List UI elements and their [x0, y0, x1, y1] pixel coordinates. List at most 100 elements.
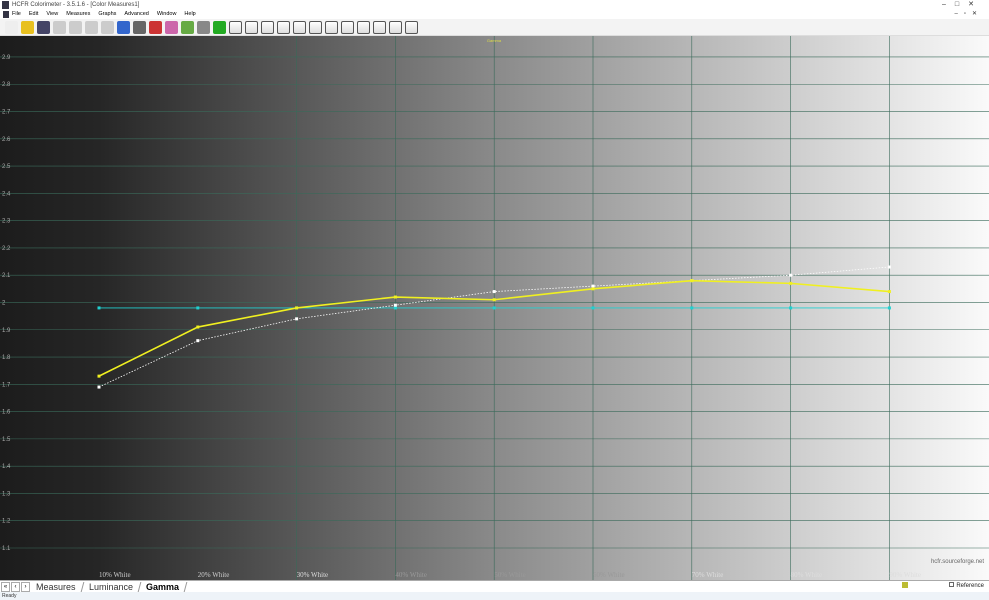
data-point	[97, 374, 101, 378]
toolbar-button-5[interactable]	[85, 20, 98, 34]
view-button-6[interactable]	[325, 20, 338, 34]
y-tick-label: 1.2	[2, 519, 11, 525]
view-button-1[interactable]	[245, 20, 258, 34]
view-button-4[interactable]	[293, 20, 306, 34]
toolbar-button-13[interactable]	[213, 20, 226, 34]
status-bar: Ready	[0, 592, 989, 600]
data-point	[492, 306, 496, 310]
y-tick-label: 2.7	[2, 110, 11, 116]
view-button-2[interactable]	[261, 20, 274, 34]
data-point	[789, 281, 793, 285]
data-point	[789, 273, 793, 277]
tab-measures[interactable]: Measures	[28, 581, 84, 592]
y-tick-label: 2.9	[2, 55, 11, 61]
y-tick-label: 1.3	[2, 491, 11, 497]
x-tick-label: 90% White	[889, 571, 921, 579]
y-tick-label: 1.8	[2, 355, 11, 361]
view-button-3[interactable]	[277, 20, 290, 34]
data-point	[97, 385, 101, 389]
data-point	[295, 306, 299, 310]
title-bar: HCFR Colorimeter - 3.5.1.6 - [Color Meas…	[0, 0, 989, 10]
y-tick-label: 1.7	[2, 382, 11, 388]
view-button-10[interactable]	[389, 20, 402, 34]
data-point	[492, 298, 496, 302]
data-point	[887, 265, 891, 269]
menu-measures[interactable]: Measures	[66, 10, 90, 19]
data-point	[196, 339, 200, 343]
data-point	[591, 287, 595, 291]
data-point	[196, 306, 200, 310]
y-tick-label: 2.8	[2, 82, 11, 88]
toolbar-button-1[interactable]	[21, 20, 34, 34]
toolbar-button-10[interactable]	[165, 20, 178, 34]
first-tab-button[interactable]: «	[1, 581, 10, 592]
view-button-7[interactable]	[341, 20, 354, 34]
status-icon	[902, 582, 908, 588]
sheet-tabs: « ‹ › Measures Luminance Gamma	[0, 580, 989, 592]
view-button-9[interactable]	[373, 20, 386, 34]
data-point	[690, 306, 694, 310]
toolbar-button-8[interactable]	[133, 20, 146, 34]
toolbar-button-0[interactable]	[5, 20, 18, 34]
toolbar-button-6[interactable]	[101, 20, 114, 34]
tab-gamma[interactable]: Gamma	[138, 581, 187, 592]
data-point	[393, 295, 397, 299]
x-tick-label: 10% White	[99, 571, 131, 579]
view-button-8[interactable]	[357, 20, 370, 34]
doc-icon	[3, 11, 9, 18]
data-point	[393, 303, 397, 307]
view-button-0[interactable]	[229, 20, 242, 34]
tab-luminance[interactable]: Luminance	[81, 581, 141, 592]
toolbar-button-4[interactable]	[69, 20, 82, 34]
menu-advanced[interactable]: Advanced	[124, 10, 148, 19]
watermark: hcfr.sourceforge.net	[931, 559, 984, 565]
chart-title: Gamma	[487, 38, 502, 43]
menu-view[interactable]: View	[46, 10, 58, 19]
toolbar-button-7[interactable]	[117, 20, 130, 34]
y-tick-label: 2.2	[2, 246, 11, 252]
menu-graphs[interactable]: Graphs	[98, 10, 116, 19]
toolbar-button-11[interactable]	[181, 20, 194, 34]
data-point	[591, 284, 595, 288]
data-point	[295, 317, 299, 321]
y-tick-label: 1.5	[2, 437, 11, 443]
toolbar-button-9[interactable]	[149, 20, 162, 34]
data-point	[196, 325, 200, 329]
y-tick-label: 2.6	[2, 137, 11, 143]
toolbar-button-2[interactable]	[37, 20, 50, 34]
toolbar	[0, 19, 989, 36]
x-tick-label: 40% White	[395, 571, 427, 579]
app-icon	[2, 1, 9, 9]
y-tick-label: 1.1	[2, 546, 11, 552]
gamma-chart: 1.11.21.31.41.51.61.71.81.922.12.22.32.4…	[0, 36, 989, 580]
y-tick-label: 2.1	[2, 273, 11, 279]
toolbar-button-12[interactable]	[197, 20, 210, 34]
menu-window[interactable]: Window	[157, 10, 177, 19]
menu-edit[interactable]: Edit	[29, 10, 38, 19]
x-tick-label: 80% White	[791, 571, 823, 579]
x-tick-label: 70% White	[692, 571, 724, 579]
view-button-5[interactable]	[309, 20, 322, 34]
data-point	[591, 306, 595, 310]
menu-help[interactable]: Help	[184, 10, 195, 19]
x-tick-label: 50% White	[494, 571, 526, 579]
data-point	[97, 306, 101, 310]
data-point	[789, 306, 793, 310]
view-button-11[interactable]	[405, 20, 418, 34]
toolbar-button-3[interactable]	[53, 20, 66, 34]
y-tick-label: 2.4	[2, 191, 11, 197]
y-tick-label: 1.4	[2, 464, 11, 470]
x-tick-label: 20% White	[198, 571, 230, 579]
menu-bar: File Edit View Measures Graphs Advanced Window…	[0, 10, 989, 19]
x-tick-label: 60% White	[593, 571, 625, 579]
prev-tab-button[interactable]: ‹	[11, 581, 20, 592]
window-controls[interactable]: –□✕	[942, 0, 983, 8]
y-tick-label: 2.3	[2, 219, 11, 225]
data-point	[492, 290, 496, 294]
menu-file[interactable]: File	[12, 10, 21, 19]
mdi-controls[interactable]: –▫✕	[955, 10, 984, 17]
window-title: HCFR Colorimeter - 3.5.1.6 - [Color Meas…	[12, 2, 140, 8]
reference-checkbox[interactable]: Reference	[949, 582, 984, 589]
y-tick-label: 1.9	[2, 328, 11, 334]
data-point	[887, 306, 891, 310]
